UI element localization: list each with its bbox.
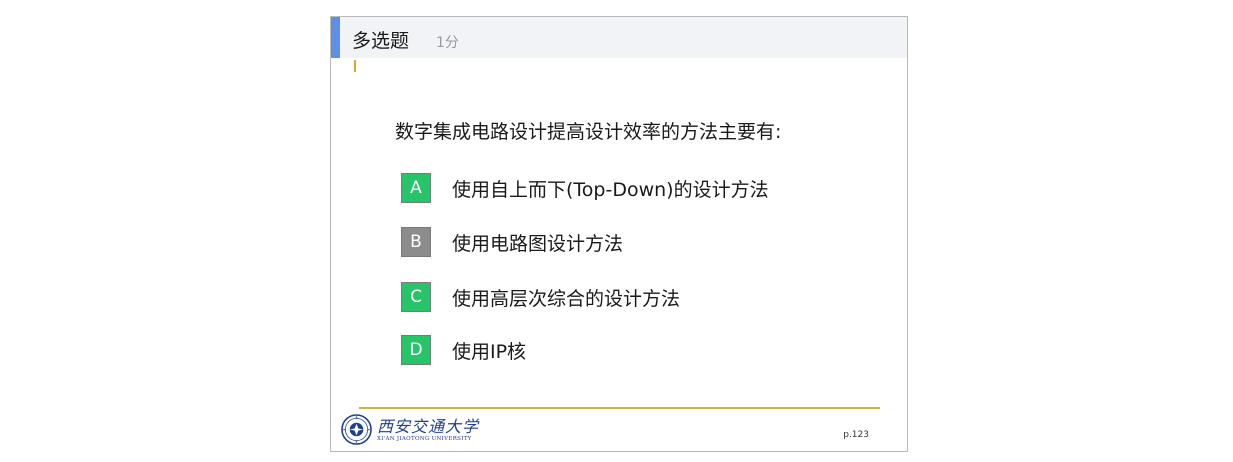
option-d[interactable]: D 使用IP核 bbox=[401, 334, 526, 366]
option-d-letter-box[interactable]: D bbox=[401, 335, 431, 365]
option-b-letter-box[interactable]: B bbox=[401, 227, 431, 257]
option-a-text: 使用自上而下(Top-Down)的设计方法 bbox=[452, 178, 769, 201]
option-c-letter-box[interactable]: C bbox=[401, 282, 431, 312]
option-a-letter-box[interactable]: A bbox=[401, 173, 431, 203]
option-a[interactable]: A 使用自上而下(Top-Down)的设计方法 bbox=[401, 172, 769, 204]
question-score-label: 1分 bbox=[436, 35, 459, 51]
option-b-text: 使用电路图设计方法 bbox=[452, 232, 624, 255]
question-text: 数字集成电路设计提高设计效率的方法主要有: bbox=[395, 121, 782, 143]
university-name-en: XI'AN JIAOTONG UNIVERSITY bbox=[377, 436, 472, 442]
option-b[interactable]: B 使用电路图设计方法 bbox=[401, 226, 623, 258]
header-accent-bar bbox=[331, 17, 340, 58]
university-logo: 西安交通大学 XI'AN JIAOTONG UNIVERSITY bbox=[339, 413, 489, 449]
university-name: 西安交通大学 bbox=[377, 417, 480, 436]
university-seal-icon bbox=[341, 414, 372, 445]
text-cursor-marker bbox=[354, 60, 356, 72]
option-c-text: 使用高层次综合的设计方法 bbox=[452, 287, 681, 310]
question-type-label: 多选题 bbox=[352, 30, 410, 52]
page-number: p.123 bbox=[843, 430, 869, 440]
question-slide: 多选题 1分 数字集成电路设计提高设计效率的方法主要有: A 使用自上而下(To… bbox=[330, 16, 908, 452]
option-d-text: 使用IP核 bbox=[452, 340, 527, 363]
option-c[interactable]: C 使用高层次综合的设计方法 bbox=[401, 281, 680, 313]
footer-divider bbox=[359, 407, 880, 409]
question-header: 多选题 1分 bbox=[331, 17, 907, 58]
